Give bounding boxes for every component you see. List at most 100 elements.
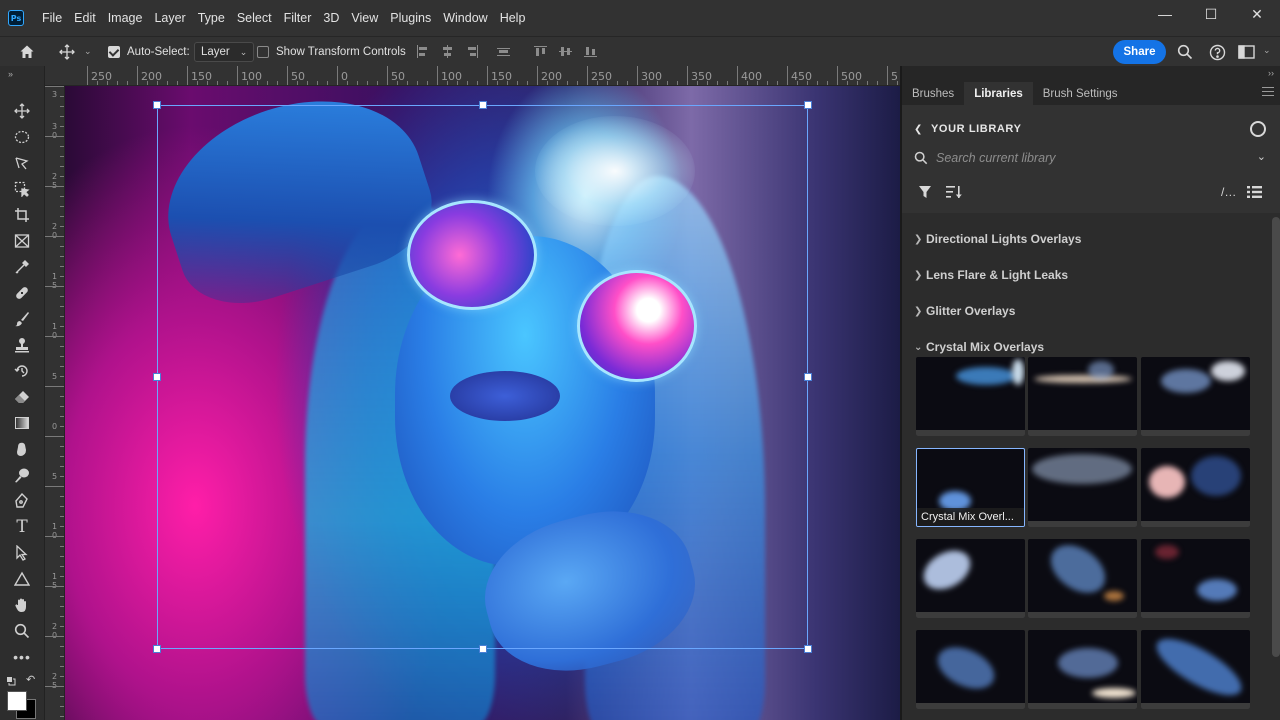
align-left-icon[interactable] (416, 45, 429, 58)
menu-image[interactable]: Image (102, 0, 149, 36)
tab-libraries[interactable]: Libraries (964, 82, 1033, 105)
search-scope-chevron-icon[interactable]: ⌄ (1257, 150, 1266, 163)
menu-file[interactable]: File (36, 0, 68, 36)
menu-type[interactable]: Type (192, 0, 231, 36)
collaborate-user-icon[interactable] (1250, 121, 1266, 137)
transform-handle-top[interactable] (479, 101, 487, 109)
show-transform-checkbox[interactable] (257, 46, 269, 58)
align-right-icon[interactable] (466, 45, 479, 58)
library-search[interactable]: Search current library ⌄ (914, 147, 1270, 169)
asset-thumbnail[interactable] (1141, 448, 1250, 527)
grid-view-icon[interactable]: /… (1221, 185, 1236, 199)
align-middle-icon[interactable] (559, 45, 572, 58)
photoshop-logo[interactable]: Ps (8, 10, 24, 26)
dodge-icon[interactable] (10, 465, 34, 485)
home-icon[interactable] (18, 43, 36, 61)
workspace-icon[interactable] (1237, 43, 1255, 61)
panel-scrollbar[interactable] (1272, 217, 1280, 657)
group-glitter[interactable]: ❯ Glitter Overlays (914, 301, 1015, 321)
menu-help[interactable]: Help (494, 0, 532, 36)
move-tool-icon[interactable] (58, 43, 76, 61)
filter-icon[interactable] (918, 185, 932, 202)
default-colors-icon[interactable] (6, 675, 16, 686)
menu-select[interactable]: Select (231, 0, 278, 36)
share-button[interactable]: Share (1113, 40, 1166, 64)
zoom-icon[interactable] (10, 621, 34, 641)
transform-handle-left[interactable] (153, 373, 161, 381)
maximize-button[interactable]: ☐ (1188, 0, 1234, 28)
eraser-icon[interactable] (10, 387, 34, 407)
minimize-button[interactable]: — (1142, 0, 1188, 28)
library-header[interactable]: ❮ YOUR LIBRARY (914, 123, 1022, 135)
more-tools-icon[interactable]: ••• (10, 647, 34, 667)
object-select-icon[interactable] (10, 179, 34, 199)
pen-icon[interactable] (10, 491, 34, 511)
asset-thumbnail[interactable] (1141, 630, 1250, 709)
sort-icon[interactable] (946, 185, 962, 202)
transform-handle-bottom-left[interactable] (153, 645, 161, 653)
frame-icon[interactable] (10, 231, 34, 251)
transform-bounding-box[interactable] (153, 101, 812, 653)
move-icon[interactable] (10, 101, 34, 121)
menu-plugins[interactable]: Plugins (384, 0, 437, 36)
group-crystal-mix[interactable]: ⌄ Crystal Mix Overlays (914, 337, 1044, 357)
transform-handle-right[interactable] (804, 373, 812, 381)
elliptical-marquee-icon[interactable] (10, 127, 34, 147)
align-center-icon[interactable] (441, 45, 454, 58)
group-lens-flare[interactable]: ❯ Lens Flare & Light Leaks (914, 265, 1068, 285)
auto-select-target-dropdown[interactable]: Layer ⌄ (194, 42, 255, 62)
transform-handle-bottom-right[interactable] (804, 645, 812, 653)
type-icon[interactable]: T (10, 517, 34, 537)
gradient-icon[interactable] (10, 413, 34, 433)
asset-thumbnail-selected[interactable]: Crystal Mix Overl... (916, 448, 1025, 527)
align-top-icon[interactable] (534, 45, 547, 58)
transform-handle-bottom[interactable] (479, 645, 487, 653)
list-view-icon[interactable] (1247, 185, 1262, 202)
asset-thumbnail[interactable] (1141, 539, 1250, 618)
shape-icon[interactable] (10, 569, 34, 589)
asset-thumbnail[interactable] (1028, 448, 1137, 527)
collapse-panel-icon[interactable]: ›› (1268, 68, 1274, 78)
asset-thumbnail[interactable] (916, 539, 1025, 618)
swap-colors-icon[interactable]: ↶ (26, 673, 35, 686)
close-button[interactable]: ✕ (1234, 0, 1280, 28)
panel-menu-icon[interactable] (1262, 87, 1274, 97)
foreground-color-swatch[interactable] (7, 691, 27, 711)
clone-stamp-icon[interactable] (10, 335, 34, 355)
history-brush-icon[interactable] (10, 361, 34, 381)
menu-filter[interactable]: Filter (278, 0, 318, 36)
back-chevron-icon[interactable]: ❮ (914, 124, 923, 135)
document-canvas[interactable] (65, 86, 900, 720)
workspace-chevron-icon[interactable]: ⌄ (1263, 45, 1271, 56)
asset-thumbnail[interactable] (1028, 357, 1137, 436)
asset-thumbnail[interactable] (1028, 539, 1137, 618)
smudge-icon[interactable] (10, 439, 34, 459)
collapse-toolbar-icon[interactable]: ›› (8, 69, 13, 79)
eyedropper-icon[interactable] (10, 257, 34, 277)
menu-view[interactable]: View (345, 0, 384, 36)
transform-handle-top-right[interactable] (804, 101, 812, 109)
path-select-icon[interactable] (10, 543, 34, 563)
menu-edit[interactable]: Edit (68, 0, 102, 36)
tab-brush-settings[interactable]: Brush Settings (1033, 82, 1128, 105)
asset-thumbnail[interactable] (1028, 630, 1137, 709)
tab-brushes[interactable]: Brushes (902, 82, 964, 105)
asset-thumbnail[interactable] (1141, 357, 1250, 436)
crop-icon[interactable] (10, 205, 34, 225)
asset-thumbnail[interactable] (916, 630, 1025, 709)
group-directional-lights[interactable]: ❯ Directional Lights Overlays (914, 229, 1081, 249)
menu-window[interactable]: Window (437, 0, 493, 36)
tool-preset-chevron-icon[interactable]: ⌄ (84, 46, 92, 57)
menu-layer[interactable]: Layer (148, 0, 191, 36)
lasso-icon[interactable] (10, 153, 34, 173)
menu-3d[interactable]: 3D (317, 0, 345, 36)
distribute-icon[interactable] (497, 45, 510, 58)
healing-brush-icon[interactable] (10, 283, 34, 303)
help-icon[interactable] (1208, 43, 1226, 61)
asset-thumbnail[interactable] (916, 357, 1025, 436)
hand-icon[interactable] (10, 595, 34, 615)
align-bottom-icon[interactable] (584, 45, 597, 58)
auto-select-checkbox[interactable] (108, 46, 120, 58)
search-icon[interactable] (1176, 43, 1194, 61)
brush-icon[interactable] (10, 309, 34, 329)
